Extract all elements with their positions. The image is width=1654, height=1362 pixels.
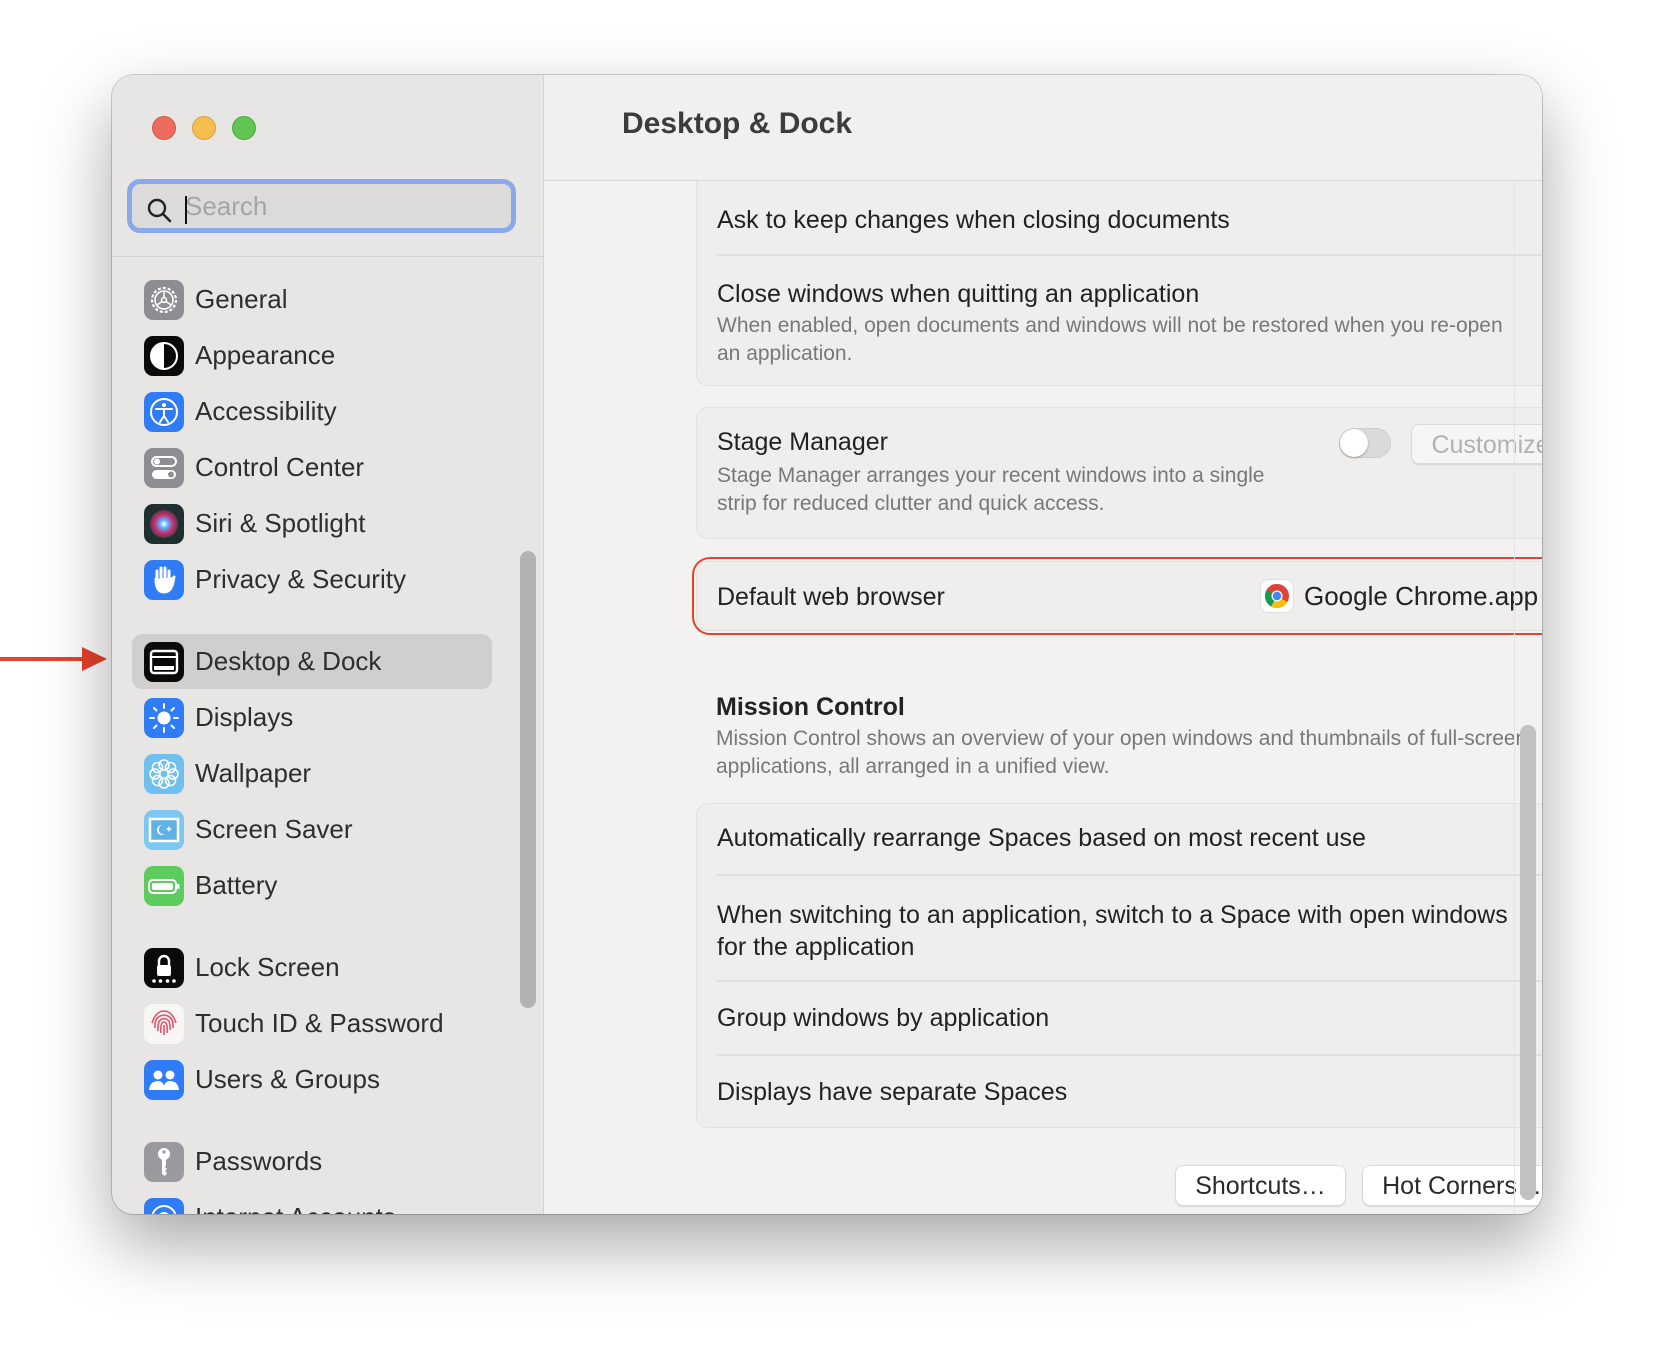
mission-control-title: Mission Control (716, 693, 905, 721)
row-title: Ask to keep changes when closing documen… (717, 206, 1230, 234)
sidebar-item-label: Passwords (195, 1146, 323, 1176)
row-separator (717, 980, 1542, 982)
sun-icon (144, 698, 184, 738)
content-header: Desktop & Dock (544, 75, 1542, 181)
windows-settings-card: Ask to keep changes when closing documen… (696, 161, 1542, 386)
stage-manager-title: Stage Manager (717, 428, 888, 456)
sidebar-item-internet-accounts[interactable]: Internet Accounts (132, 1190, 492, 1214)
search-input[interactable] (185, 184, 505, 228)
sidebar-item-label: Privacy & Security (195, 564, 406, 594)
sidebar-item-appearance[interactable]: Appearance (132, 328, 492, 383)
sidebar-item-accessibility[interactable]: Accessibility (132, 384, 492, 439)
siri-icon (144, 504, 184, 544)
zoom-button[interactable] (232, 116, 256, 140)
sidebar-item-label: Screen Saver (195, 814, 353, 844)
sidebar-item-users-groups[interactable]: Users & Groups (132, 1052, 492, 1107)
sidebar-item-screen-saver[interactable]: Screen Saver (132, 802, 492, 857)
lock-icon (144, 948, 184, 988)
sidebar-item-label: Desktop & Dock (195, 646, 382, 676)
row-title: Close windows when quitting an applicati… (717, 280, 1200, 308)
mission-control-description: Mission Control shows an overview of you… (716, 727, 1528, 778)
fingerprint-icon (144, 1004, 184, 1044)
sidebar-divider (112, 256, 543, 257)
row-separator (717, 1054, 1542, 1056)
sidebar-item-battery[interactable]: Battery (132, 858, 492, 913)
sidebar-item-displays[interactable]: Displays (132, 690, 492, 745)
at-icon (144, 1198, 184, 1214)
sidebar-item-label: Wallpaper (195, 758, 312, 788)
sidebar-item-label: Control Center (195, 452, 365, 482)
row-separator (717, 254, 1542, 256)
stage-manager-description: Stage Manager arranges your recent windo… (717, 464, 1265, 515)
annotation-arrow-line (0, 657, 84, 661)
search-field[interactable] (127, 179, 516, 233)
stage-manager-card: Stage Manager Stage Manager arranges you… (696, 407, 1542, 539)
row-title: Displays have separate Spaces (717, 1078, 1068, 1106)
annotation-highlight-box (692, 557, 1542, 635)
minimize-button[interactable] (192, 116, 216, 140)
sidebar: General Appearance Accessibility (112, 75, 544, 1214)
sidebar-item-label: General (195, 284, 288, 314)
sidebar-item-label: Users & Groups (195, 1064, 380, 1094)
annotation-arrow-head (82, 647, 107, 671)
customize-button[interactable]: Customize… (1411, 424, 1542, 464)
users-icon (144, 1060, 184, 1100)
text-caret (185, 196, 187, 224)
appearance-icon (144, 336, 184, 376)
search-icon (147, 198, 172, 223)
sidebar-item-desktop-dock[interactable]: Desktop & Dock (132, 634, 492, 689)
stage-manager-toggle[interactable] (1339, 428, 1391, 458)
shortcuts-button[interactable]: Shortcuts… (1175, 1165, 1346, 1206)
accessibility-icon (144, 392, 184, 432)
key-icon (144, 1142, 184, 1182)
row-separator (717, 874, 1542, 876)
sidebar-item-control-center[interactable]: Control Center (132, 440, 492, 495)
mission-control-card: Automatically rearrange Spaces based on … (696, 803, 1542, 1128)
row-title: Group windows by application (717, 1004, 1050, 1032)
battery-icon (144, 866, 184, 906)
sidebar-item-privacy-security[interactable]: Privacy & Security (132, 552, 492, 607)
control-center-icon (144, 448, 184, 488)
content-pane: Desktop & Dock Ask to keep changes when … (544, 75, 1542, 1214)
gear-icon (144, 280, 184, 320)
content-scrollbar[interactable] (1520, 725, 1536, 1200)
close-button[interactable] (152, 116, 176, 140)
system-settings-window: General Appearance Accessibility (112, 75, 1542, 1214)
sidebar-item-passwords[interactable]: Passwords (132, 1134, 492, 1189)
hand-icon (144, 560, 184, 600)
sidebar-item-label: Lock Screen (195, 952, 340, 982)
desktop-dock-icon (144, 642, 184, 682)
row-title: When switching to an application, switch… (717, 901, 1508, 961)
wallpaper-icon (144, 754, 184, 794)
sidebar-item-general[interactable]: General (132, 272, 492, 327)
sidebar-item-label: Appearance (195, 340, 336, 370)
sidebar-item-label: Battery (195, 870, 278, 900)
content-scroll-track (1514, 180, 1515, 1214)
sidebar-item-wallpaper[interactable]: Wallpaper (132, 746, 492, 801)
page-title: Desktop & Dock (622, 107, 853, 140)
sidebar-item-label: Siri & Spotlight (195, 508, 366, 538)
sidebar-item-label: Accessibility (195, 396, 337, 426)
sidebar-item-label: Touch ID & Password (195, 1008, 444, 1038)
sidebar-item-label: Internet Accounts (195, 1202, 396, 1214)
sidebar-item-lock-screen[interactable]: Lock Screen (132, 940, 492, 995)
sidebar-item-touch-id-password[interactable]: Touch ID & Password (132, 996, 492, 1051)
row-title: Automatically rearrange Spaces based on … (717, 824, 1366, 852)
sidebar-item-label: Displays (195, 702, 294, 732)
sidebar-scrollbar[interactable] (520, 551, 536, 1008)
row-description: When enabled, open documents and windows… (717, 314, 1503, 365)
sidebar-item-siri-spotlight[interactable]: Siri & Spotlight (132, 496, 492, 551)
screen-saver-icon (144, 810, 184, 850)
hot-corners-button[interactable]: Hot Corners… (1362, 1165, 1542, 1206)
